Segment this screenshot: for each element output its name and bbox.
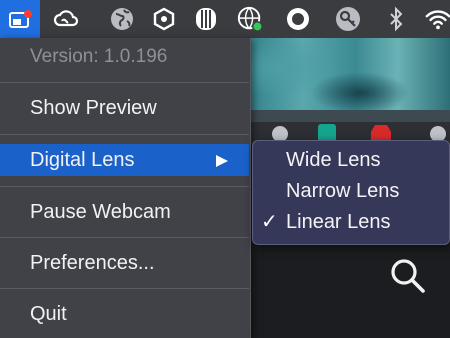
checkmark-icon: ✓	[261, 211, 278, 233]
search-icon[interactable]	[388, 256, 428, 301]
menu-item-label: Digital Lens	[30, 149, 135, 171]
version-label: Version: 1.0.196	[30, 46, 168, 67]
digital-lens-submenu: Wide Lens Narrow Lens ✓ Linear Lens	[252, 140, 450, 245]
submenu-item-narrow-lens[interactable]: Narrow Lens	[253, 176, 449, 206]
menu-bar	[0, 0, 450, 39]
globe-badge-icon[interactable]	[236, 5, 264, 33]
menu-item-digital-lens[interactable]: Digital Lens	[0, 144, 249, 176]
submenu-item-wide-lens[interactable]: Wide Lens	[253, 145, 449, 175]
webcam-preview	[240, 38, 450, 110]
creative-cloud-icon[interactable]	[52, 5, 80, 33]
submenu-item-label: Linear Lens	[286, 211, 391, 233]
ring-icon[interactable]	[284, 5, 312, 33]
menu-separator	[0, 237, 249, 238]
menu-separator	[0, 186, 249, 187]
menu-item-show-preview[interactable]: Show Preview	[0, 92, 249, 124]
globe-icon[interactable]	[108, 5, 136, 33]
menu-item-pause-webcam[interactable]: Pause Webcam	[0, 196, 249, 228]
status-menu: Version: 1.0.196 Show Preview Digital Le…	[0, 38, 251, 338]
submenu-item-label: Narrow Lens	[286, 180, 400, 202]
app-status-icon[interactable]	[0, 0, 40, 38]
key-icon[interactable]	[334, 5, 362, 33]
preview-bottom-band	[240, 110, 450, 122]
menu-item-preferences[interactable]: Preferences...	[0, 247, 249, 279]
bluetooth-icon[interactable]	[382, 5, 410, 33]
submenu-arrow-icon	[216, 155, 228, 167]
wifi-icon[interactable]	[424, 5, 450, 33]
server-bars-icon[interactable]	[192, 5, 220, 33]
menu-separator	[0, 288, 249, 289]
menu-separator	[0, 134, 249, 135]
menu-item-quit[interactable]: Quit	[0, 298, 249, 330]
hexagon-network-icon[interactable]	[150, 5, 178, 33]
submenu-item-label: Wide Lens	[286, 149, 381, 171]
submenu-item-linear-lens[interactable]: ✓ Linear Lens	[253, 207, 449, 237]
menu-separator	[0, 82, 249, 83]
